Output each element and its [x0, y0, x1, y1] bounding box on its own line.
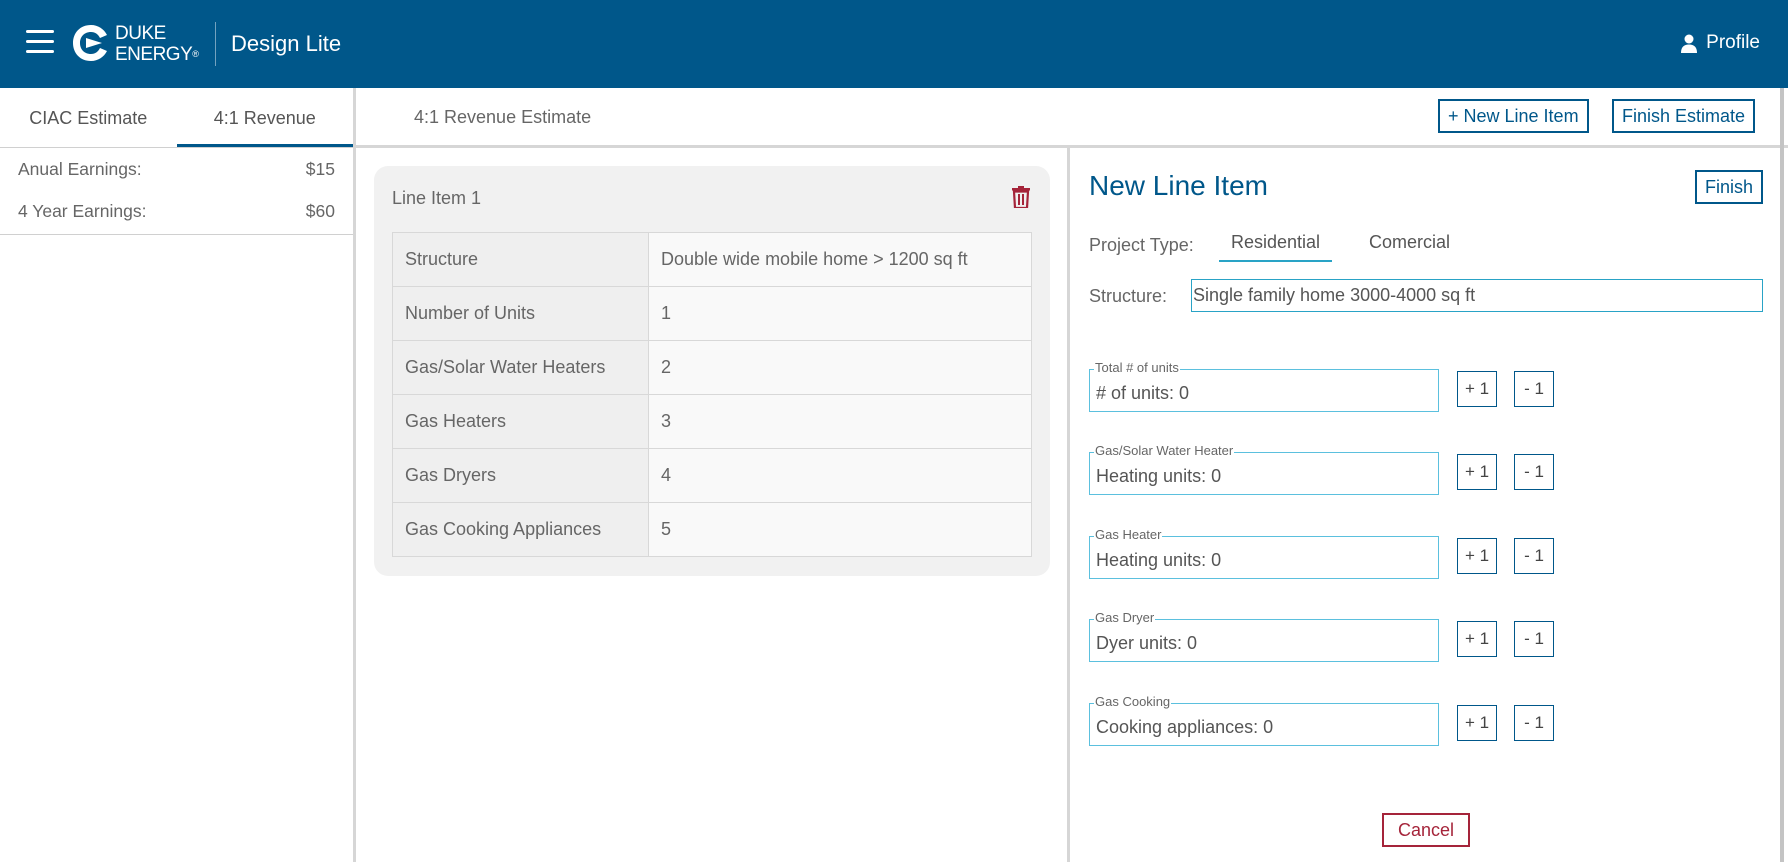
finish-estimate-button[interactable]: Finish Estimate: [1612, 99, 1756, 133]
row-key: Structure: [392, 232, 649, 287]
row-value: 5: [648, 502, 1032, 557]
table-row: Number of Units 1: [392, 286, 1032, 341]
earnings-value: $60: [305, 201, 335, 221]
gas-dryer-decrement-button[interactable]: - 1: [1514, 621, 1554, 657]
row-key: Gas Dryers: [392, 448, 649, 503]
app-header: DUKE ENERGY® Design Lite Profile: [0, 0, 1788, 88]
estimate-title: 4:1 Revenue Estimate: [414, 107, 592, 127]
logo-mark-icon: [73, 25, 107, 61]
gas-heater-decrement-button[interactable]: - 1: [1514, 538, 1554, 574]
earnings-summary: Anual Earnings: $15 4 Year Earnings: $60: [0, 148, 353, 235]
field-legend: Gas Cooking: [1094, 694, 1172, 709]
units-decrement-button[interactable]: - 1: [1514, 371, 1554, 407]
line-item-title: Line Item 1: [392, 188, 482, 208]
new-line-item-title: New Line Item: [1089, 170, 1268, 201]
structure-select[interactable]: Single family home 3000-4000 sq ft: [1191, 279, 1763, 312]
hamburger-menu-icon[interactable]: [26, 30, 54, 56]
estimate-toolbar: 4:1 Revenue Estimate + New Line Item Fin…: [356, 88, 1788, 148]
water-heater-field[interactable]: Gas/Solar Water Heater Heating units: 0: [1089, 444, 1439, 495]
field-legend: Gas/Solar Water Heater: [1094, 443, 1235, 458]
field-legend: Gas Dryer: [1094, 610, 1156, 625]
earnings-label: 4 Year Earnings:: [18, 201, 147, 221]
field-value: Heating units: 0: [1096, 550, 1222, 570]
project-type-label: Project Type:: [1089, 235, 1194, 255]
gas-heater-field[interactable]: Gas Heater Heating units: 0: [1089, 528, 1439, 579]
field-value: Cooking appliances: 0: [1096, 717, 1274, 737]
table-row: Gas Dryers 4: [392, 448, 1032, 503]
table-row: Gas Cooking Appliances 5: [392, 502, 1032, 557]
line-item-table: Structure Double wide mobile home > 1200 …: [392, 232, 1032, 557]
row-value: 2: [648, 340, 1032, 395]
estimate-tabs: CIAC Estimate 4:1 Revenue: [0, 88, 353, 148]
tab-ciac-estimate[interactable]: CIAC Estimate: [0, 88, 177, 147]
trash-icon: [1012, 186, 1030, 210]
row-key: Number of Units: [392, 286, 649, 341]
field-value: # of units: 0: [1096, 383, 1190, 403]
table-row: Gas/Solar Water Heaters 2: [392, 340, 1032, 395]
line-item-card: Line Item 1 Structure Double wide mobile …: [374, 166, 1050, 576]
row-key: Gas Cooking Appliances: [392, 502, 649, 557]
gas-dryer-field[interactable]: Gas Dryer Dyer units: 0: [1089, 611, 1439, 662]
gas-cooking-increment-button[interactable]: + 1: [1457, 705, 1497, 741]
cancel-button[interactable]: Cancel: [1382, 813, 1470, 847]
units-field[interactable]: Total # of units # of units: 0: [1089, 361, 1439, 412]
earnings-row: Anual Earnings: $15: [0, 148, 353, 190]
scrollbar[interactable]: [1780, 88, 1784, 862]
field-legend: Gas Heater: [1094, 527, 1163, 542]
water-heater-decrement-button[interactable]: - 1: [1514, 454, 1554, 490]
earnings-label: Anual Earnings:: [18, 159, 142, 179]
gas-dryer-increment-button[interactable]: + 1: [1457, 621, 1497, 657]
project-type-commercial[interactable]: Comercial: [1369, 232, 1450, 262]
tab-revenue[interactable]: 4:1 Revenue: [176, 88, 353, 147]
gas-cooking-decrement-button[interactable]: - 1: [1514, 705, 1554, 741]
field-value: Heating units: 0: [1096, 466, 1222, 486]
field-value: Dyer units: 0: [1096, 633, 1198, 653]
profile-button[interactable]: Profile: [1680, 32, 1760, 54]
table-row: Gas Heaters 3: [392, 394, 1032, 449]
profile-label: Profile: [1706, 32, 1760, 53]
row-value: Double wide mobile home > 1200 sq ft: [648, 232, 1032, 287]
header-divider: [215, 22, 216, 66]
panel-divider: [1067, 148, 1070, 862]
row-value: 4: [648, 448, 1032, 503]
finish-button[interactable]: Finish: [1695, 170, 1764, 204]
row-value: 1: [648, 286, 1032, 341]
earnings-value: $15: [305, 159, 335, 179]
water-heater-increment-button[interactable]: + 1: [1457, 454, 1497, 490]
row-key: Gas Heaters: [392, 394, 649, 449]
row-key: Gas/Solar Water Heaters: [392, 340, 649, 395]
new-line-item-button[interactable]: + New Line Item: [1438, 99, 1589, 133]
duke-energy-logo: DUKE ENERGY®: [70, 18, 200, 68]
user-icon: [1681, 34, 1698, 53]
logo-wordmark: DUKE ENERGY®: [115, 23, 199, 65]
project-type-residential[interactable]: Residential: [1219, 232, 1333, 262]
table-row: Structure Double wide mobile home > 1200 …: [392, 232, 1032, 287]
gas-cooking-field[interactable]: Gas Cooking Cooking appliances: 0: [1089, 695, 1439, 746]
left-sidebar: CIAC Estimate 4:1 Revenue Anual Earnings…: [0, 88, 356, 862]
field-legend: Total # of units: [1094, 360, 1180, 375]
structure-label: Structure:: [1089, 286, 1168, 306]
row-value: 3: [648, 394, 1032, 449]
app-title: Design Lite: [231, 31, 342, 56]
earnings-row: 4 Year Earnings: $60: [0, 190, 353, 232]
delete-line-item-button[interactable]: [1012, 186, 1030, 213]
gas-heater-increment-button[interactable]: + 1: [1457, 538, 1497, 574]
units-increment-button[interactable]: + 1: [1457, 371, 1497, 407]
